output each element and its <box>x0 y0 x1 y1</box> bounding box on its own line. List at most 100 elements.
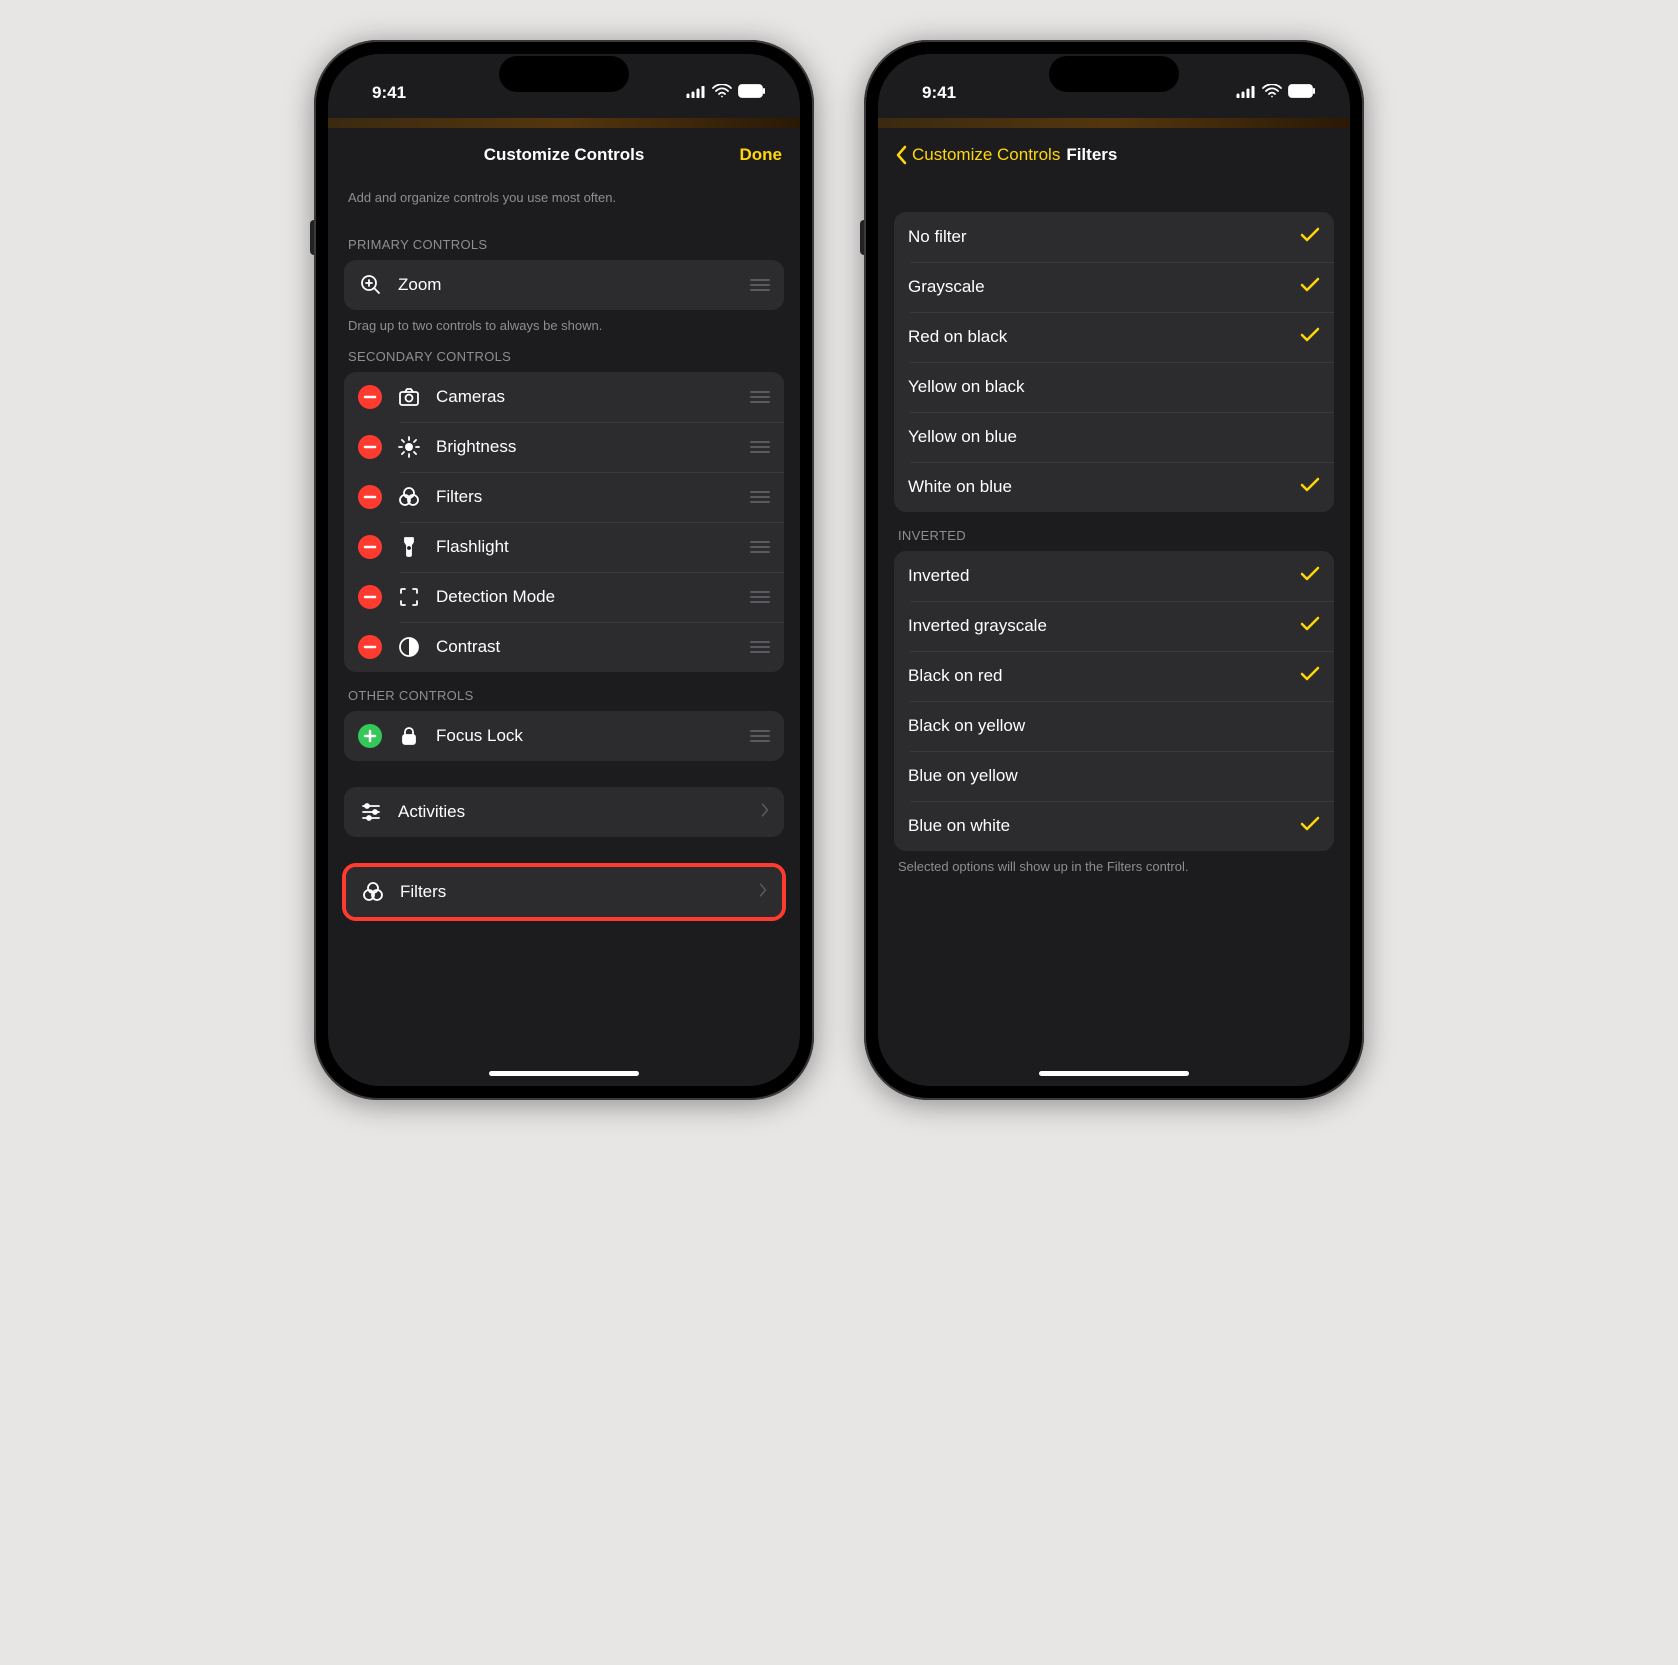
activities-card: Activities <box>344 787 784 837</box>
filter-row[interactable]: Blue on white <box>894 801 1334 851</box>
nav-title: Customize Controls <box>328 145 800 165</box>
checkmark-icon <box>1298 227 1320 248</box>
secondary-row-filters[interactable]: Filters <box>344 472 784 522</box>
secondary-row-brightness[interactable]: Brightness <box>344 422 784 472</box>
remove-button[interactable] <box>358 535 382 559</box>
nav-bar: Customize Controls Filters <box>878 128 1350 182</box>
remove-button[interactable] <box>358 585 382 609</box>
row-label: Cameras <box>436 387 732 407</box>
checkmark-icon <box>1298 477 1320 498</box>
filter-row[interactable]: Inverted <box>894 551 1334 601</box>
content-right[interactable]: No filter Grayscale Red on black Yellow on … <box>878 182 1350 1086</box>
remove-button[interactable] <box>358 635 382 659</box>
filter-row[interactable]: Black on red <box>894 651 1334 701</box>
filter-row[interactable]: Blue on yellow <box>894 751 1334 801</box>
secondary-row-detection[interactable]: Detection Mode <box>344 572 784 622</box>
status-indicators <box>1236 83 1316 103</box>
other-row-focus-lock[interactable]: Focus Lock <box>344 711 784 761</box>
drag-handle-icon[interactable] <box>746 391 770 403</box>
done-button[interactable]: Done <box>740 145 783 165</box>
flashlight-icon <box>396 534 422 560</box>
drag-handle-icon[interactable] <box>746 441 770 453</box>
cameras-icon <box>396 384 422 410</box>
cellular-icon <box>686 83 706 103</box>
secondary-card: Cameras Brightness Filters <box>344 372 784 672</box>
sliders-icon <box>358 799 384 825</box>
add-button[interactable] <box>358 724 382 748</box>
zoom-icon <box>358 272 384 298</box>
inverted-header: INVERTED <box>894 512 1334 551</box>
contrast-icon <box>396 634 422 660</box>
screen-left: 9:41 Customize Controls Done Add and org… <box>328 54 800 1086</box>
row-label: Detection Mode <box>436 587 732 607</box>
chevron-right-icon <box>760 802 770 823</box>
filter-label: Red on black <box>908 327 1284 347</box>
filter-row[interactable]: White on blue <box>894 462 1334 512</box>
chevron-right-icon <box>758 882 768 903</box>
battery-icon <box>1288 83 1316 103</box>
row-label: Filters <box>400 882 744 902</box>
row-label: Activities <box>398 802 746 822</box>
filter-label: Grayscale <box>908 277 1284 297</box>
background-strip <box>328 118 800 128</box>
secondary-row-cameras[interactable]: Cameras <box>344 372 784 422</box>
phone-right: 9:41 Customize Controls Filters <box>864 40 1364 1100</box>
primary-card: Zoom <box>344 260 784 310</box>
cellular-icon <box>1236 83 1256 103</box>
status-time: 9:41 <box>922 83 956 103</box>
filter-row[interactable]: Grayscale <box>894 262 1334 312</box>
drag-handle-icon[interactable] <box>746 730 770 742</box>
remove-button[interactable] <box>358 385 382 409</box>
other-card: Focus Lock <box>344 711 784 761</box>
filter-row[interactable]: Red on black <box>894 312 1334 362</box>
remove-button[interactable] <box>358 435 382 459</box>
lock-icon <box>396 723 422 749</box>
filter-row[interactable]: Yellow on blue <box>894 412 1334 462</box>
drag-handle-icon[interactable] <box>746 541 770 553</box>
filter-row[interactable]: Yellow on black <box>894 362 1334 412</box>
drag-handle-icon[interactable] <box>746 491 770 503</box>
secondary-row-flashlight[interactable]: Flashlight <box>344 522 784 572</box>
filter-label: Black on red <box>908 666 1284 686</box>
nav-title: Filters <box>1066 145 1117 165</box>
filter-row[interactable]: Black on yellow <box>894 701 1334 751</box>
wifi-icon <box>1262 83 1282 103</box>
primary-footer: Drag up to two controls to always be sho… <box>344 310 784 333</box>
drag-handle-icon[interactable] <box>746 641 770 653</box>
remove-button[interactable] <box>358 485 382 509</box>
drag-handle-icon[interactable] <box>746 279 770 291</box>
filters-group2: Inverted Inverted grayscale Black on red Bl… <box>894 551 1334 851</box>
content-left[interactable]: Add and organize controls you use most o… <box>328 182 800 1086</box>
home-indicator[interactable] <box>489 1071 639 1076</box>
primary-row-zoom[interactable]: Zoom <box>344 260 784 310</box>
background-strip <box>878 118 1350 128</box>
checkmark-icon <box>1298 666 1320 687</box>
filter-row[interactable]: Inverted grayscale <box>894 601 1334 651</box>
dynamic-island <box>499 56 629 92</box>
filter-label: No filter <box>908 227 1284 247</box>
filters-card: Filters <box>346 867 782 917</box>
phone-left: 9:41 Customize Controls Done Add and org… <box>314 40 814 1100</box>
detection-icon <box>396 584 422 610</box>
filter-row[interactable]: No filter <box>894 212 1334 262</box>
filters-row[interactable]: Filters <box>346 867 782 917</box>
status-indicators <box>686 83 766 103</box>
filter-label: Blue on white <box>908 816 1284 836</box>
drag-handle-icon[interactable] <box>746 591 770 603</box>
filters-highlight: Filters <box>342 863 786 921</box>
checkmark-icon <box>1298 616 1320 637</box>
wifi-icon <box>712 83 732 103</box>
back-button[interactable]: Customize Controls <box>896 145 1060 165</box>
secondary-row-contrast[interactable]: Contrast <box>344 622 784 672</box>
row-label: Focus Lock <box>436 726 732 746</box>
filters-icon <box>396 484 422 510</box>
row-label: Zoom <box>398 275 732 295</box>
activities-row[interactable]: Activities <box>344 787 784 837</box>
chevron-left-icon <box>896 145 908 165</box>
battery-icon <box>738 83 766 103</box>
row-label: Brightness <box>436 437 732 457</box>
home-indicator[interactable] <box>1039 1071 1189 1076</box>
filter-label: Inverted grayscale <box>908 616 1284 636</box>
row-label: Contrast <box>436 637 732 657</box>
filter-label: White on blue <box>908 477 1284 497</box>
